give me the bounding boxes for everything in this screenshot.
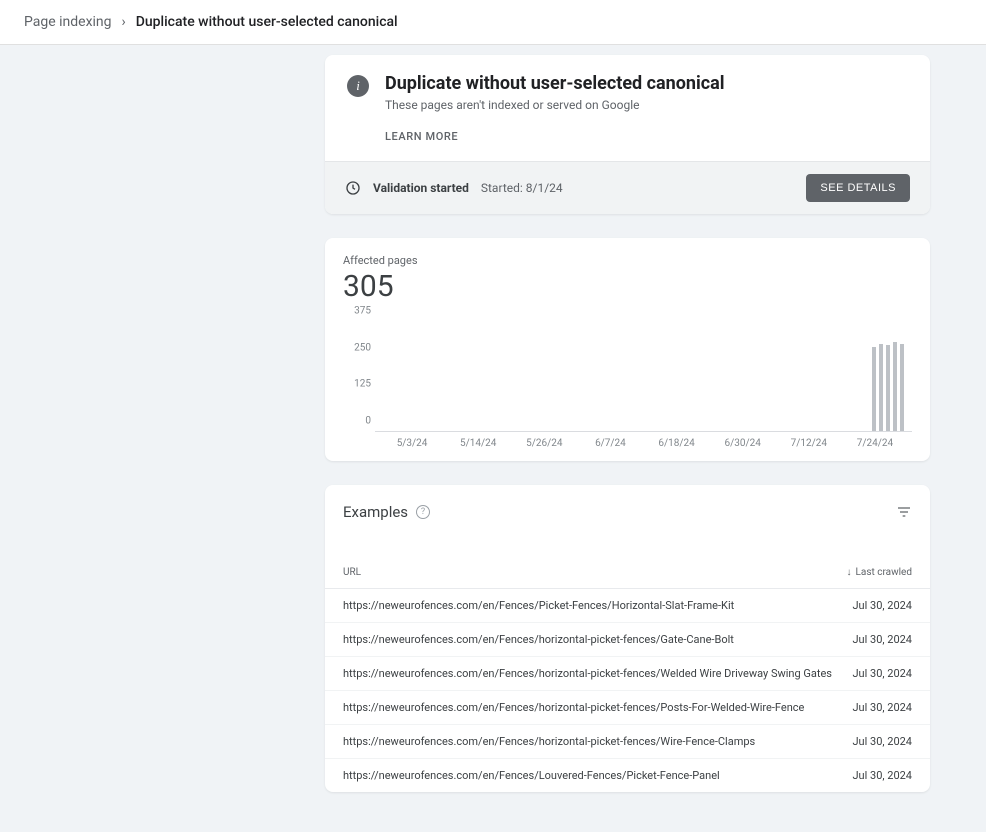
row-date: Jul 30, 2024 [852,633,912,646]
x-tick: 6/7/24 [577,438,643,449]
row-date: Jul 30, 2024 [852,701,912,714]
table-row[interactable]: https://neweurofences.com/en/Fences/hori… [325,657,930,691]
row-url: https://neweurofences.com/en/Fences/hori… [343,667,852,680]
see-details-button[interactable]: SEE DETAILS [806,174,910,202]
y-tick: 0 [365,416,371,427]
col-url: URL [343,567,361,578]
x-tick: 7/24/24 [842,438,908,449]
clock-icon [345,180,361,196]
x-tick: 5/3/24 [379,438,445,449]
row-url: https://neweurofences.com/en/Fences/hori… [343,701,852,714]
breadcrumb-leaf: Duplicate without user-selected canonica… [136,14,398,30]
x-tick: 5/14/24 [445,438,511,449]
row-date: Jul 30, 2024 [852,735,912,748]
summary-card: i Duplicate without user-selected canoni… [325,55,930,214]
chart-plot [375,322,912,432]
chart-area: 0125250375 5/3/245/14/245/26/246/7/246/1… [343,322,912,449]
chart-bar [886,345,890,431]
y-tick: 375 [354,306,371,317]
examples-table-head: URL ↓ Last crawled [325,553,930,589]
table-row[interactable]: https://neweurofences.com/en/Fences/hori… [325,691,930,725]
table-row[interactable]: https://neweurofences.com/en/Fences/Louv… [325,759,930,792]
row-url: https://neweurofences.com/en/Fences/Louv… [343,769,852,782]
row-date: Jul 30, 2024 [852,667,912,680]
y-tick: 125 [354,379,371,390]
breadcrumb: Page indexing › Duplicate without user-s… [0,0,986,45]
chart-bar [900,344,904,431]
row-url: https://neweurofences.com/en/Fences/hori… [343,633,852,646]
affected-pages-card: Affected pages 305 0 125 250 375 5/3/245/14… [325,238,930,461]
summary-subtitle: These pages aren't indexed or served on … [385,98,725,112]
affected-pages-value: 305 [343,269,912,304]
validation-status-label: Validation started [373,181,469,195]
validation-started-prefix: Started: [481,181,523,195]
row-url: https://neweurofences.com/en/Fences/hori… [343,735,852,748]
info-icon: i [347,75,369,97]
x-tick: 7/12/24 [776,438,842,449]
affected-pages-label: Affected pages [343,254,912,267]
x-tick: 6/18/24 [644,438,710,449]
chart-bar [872,347,876,431]
filter-icon[interactable] [896,504,912,520]
x-tick: 5/26/24 [511,438,577,449]
examples-card: Examples ? URL ↓ Last crawled https://ne… [325,485,930,792]
examples-title: Examples [343,503,408,521]
table-row[interactable]: https://neweurofences.com/en/Fences/hori… [325,725,930,759]
learn-more-link[interactable]: LEARN MORE [385,130,725,143]
chart-bar [879,344,883,431]
y-tick: 250 [354,342,371,353]
col-last-crawled[interactable]: ↓ Last crawled [847,567,913,578]
x-tick: 6/30/24 [710,438,776,449]
row-date: Jul 30, 2024 [852,769,912,782]
row-url: https://neweurofences.com/en/Fences/Pick… [343,599,852,612]
table-row[interactable]: https://neweurofences.com/en/Fences/hori… [325,623,930,657]
validation-strip: Validation started Started: 8/1/24 SEE D… [325,161,930,214]
row-date: Jul 30, 2024 [852,599,912,612]
chevron-right-icon: › [122,14,126,30]
breadcrumb-root[interactable]: Page indexing [24,14,112,30]
summary-title: Duplicate without user-selected canonica… [385,73,725,94]
sort-desc-icon: ↓ [847,567,852,578]
help-icon[interactable]: ? [416,505,430,519]
table-row[interactable]: https://neweurofences.com/en/Fences/Pick… [325,589,930,623]
chart-bar [893,342,897,431]
validation-started-date: 8/1/24 [526,181,563,195]
